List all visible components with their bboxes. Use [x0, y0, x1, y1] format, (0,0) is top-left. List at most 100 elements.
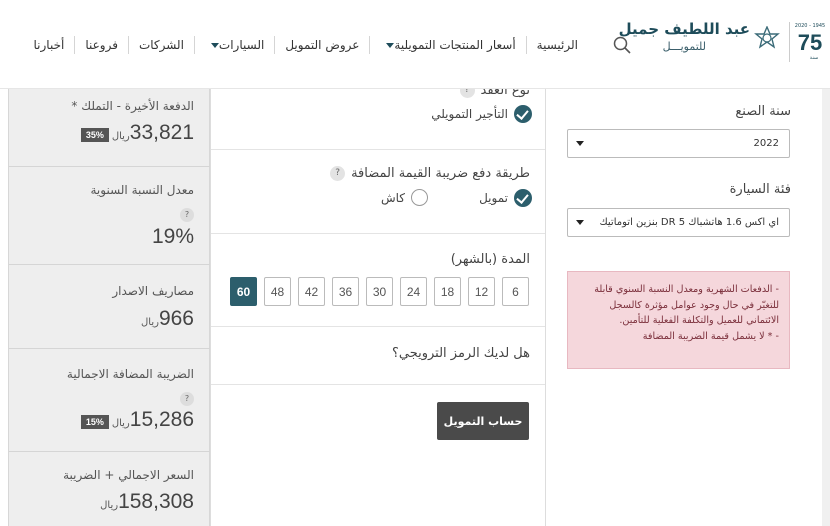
apr-value: 19% — [151, 225, 194, 248]
duration-option[interactable]: 48 — [264, 277, 291, 306]
vat-payment-label: طريقة دفع ضريبة القيمة المضافة — [351, 166, 530, 181]
finance-summary-panel: الدفعة الأخيرة - التملك * 33,821ريال35% … — [8, 89, 211, 526]
help-icon[interactable]: ? — [180, 208, 194, 222]
total-price-label: السعر الاجمالي + الضريبة — [63, 468, 194, 482]
finance-form: نوع العقد? التأجير التمويلي طريقة دفع ضر… — [210, 89, 545, 526]
nav-branches[interactable]: فروعنا — [75, 38, 128, 52]
admin-fees-value: 966 — [158, 307, 194, 330]
contract-type-label: نوع العقد — [480, 89, 530, 98]
final-payment-row: الدفعة الأخيرة - التملك * 33,821ريال35% — [9, 89, 211, 167]
duration-option[interactable]: 6 — [502, 277, 529, 306]
nav-finance-offers[interactable]: عروض التمويل — [275, 38, 369, 52]
total-vat-value: 15,286 — [129, 408, 194, 431]
duration-option[interactable]: 36 — [332, 277, 359, 306]
nav-divider — [127, 36, 129, 54]
help-icon[interactable]: ? — [459, 89, 475, 98]
page-scrollbar[interactable] — [822, 89, 830, 526]
vat-percent-badge: 15% — [80, 414, 109, 429]
nav-cars-label: السيارات — [218, 38, 265, 52]
manufacture-year-label: سنة الصنع — [735, 104, 791, 119]
car-selection-panel: سنة الصنع 2022 فئة السيارة اي اكس 1.6 ها… — [545, 89, 830, 526]
nav-divider — [193, 36, 195, 54]
option-vat-cash-label: كاش — [380, 190, 405, 205]
nav-finance-prices[interactable]: أسعار المنتجات التمويلية — [370, 38, 525, 52]
svg-text:سنة: سنة — [810, 55, 818, 61]
currency-unit: ريال — [141, 317, 159, 328]
chevron-down-icon — [576, 220, 584, 225]
disclaimer-line-1: - الدفعات الشهرية ومعدل النسبة السنوي قا… — [594, 284, 779, 326]
duration-title: المدة (بالشهر) — [450, 252, 530, 267]
chevron-down-icon — [386, 42, 395, 48]
admin-fees-row: مصاريف الاصدار 966ريال — [9, 265, 211, 349]
final-payment-value: 33,821 — [129, 121, 194, 144]
option-finance-lease[interactable]: التأجير التمويلي — [431, 105, 532, 123]
option-finance-lease-label: التأجير التمويلي — [431, 107, 508, 121]
help-icon[interactable]: ? — [180, 392, 194, 406]
nav-cars[interactable]: السيارات — [195, 38, 274, 52]
chevron-down-icon — [210, 42, 219, 48]
brand-name: عبد اللطيف جميل — [618, 20, 750, 38]
currency-unit: ريال — [111, 131, 130, 142]
brand-logo[interactable]: عبد اللطيف جميل للتمويـــل — [618, 20, 750, 53]
nav-news-label: أخبارنا — [33, 38, 65, 52]
manufacture-year-select[interactable]: 2022 — [567, 129, 790, 158]
car-category-select[interactable]: اي اكس 1.6 هاتشباك DR 5 بنزين اتوماتيك — [567, 208, 790, 237]
manufacture-year-value: 2022 — [753, 138, 779, 149]
nav-home-label: الرئيسية — [536, 38, 578, 52]
final-payment-percent-badge: 35% — [80, 127, 109, 142]
admin-fees-label: مصاريف الاصدار — [112, 284, 194, 298]
car-category-value: اي اكس 1.6 هاتشباك DR 5 بنزين اتوماتيك — [599, 217, 779, 228]
option-vat-cash[interactable]: كاش — [381, 189, 428, 206]
vat-payment-section: طريقة دفع ضريبة القيمة المضافة? تمويل كا… — [211, 150, 545, 234]
search-icon[interactable] — [613, 36, 631, 54]
duration-option[interactable]: 12 — [468, 277, 495, 306]
nav-divider — [74, 36, 76, 54]
nav-divider — [369, 36, 371, 54]
nav-news[interactable]: أخبارنا — [24, 38, 75, 52]
nav-finance-prices-label: أسعار المنتجات التمويلية — [394, 38, 516, 52]
nav-companies[interactable]: الشركات — [129, 38, 194, 52]
apr-label: معدل النسبة السنوية — [90, 183, 194, 197]
option-vat-finance[interactable]: تمويل — [479, 189, 532, 207]
nav-divider — [274, 36, 276, 54]
disclaimer-line-2: - * لا يشمل قيمة الضريبة المضافة — [642, 330, 779, 342]
total-vat-row: الضريبة المضافة الاجمالية ? 15,286ريال15… — [9, 349, 211, 452]
duration-option[interactable]: 18 — [434, 277, 461, 306]
nav-home[interactable]: الرئيسية — [527, 38, 588, 52]
promo-question[interactable]: هل لديك الرمز الترويجي؟ — [392, 346, 530, 361]
car-category-label: فئة السيارة — [729, 182, 791, 197]
duration-option[interactable]: 42 — [298, 277, 325, 306]
final-payment-label: الدفعة الأخيرة - التملك * — [71, 99, 194, 113]
apr-row: معدل النسبة السنوية ? 19% — [9, 167, 211, 265]
check-circle-icon — [514, 189, 532, 207]
promo-section: هل لديك الرمز الترويجي؟ — [211, 327, 545, 385]
disclaimer-note: - الدفعات الشهرية ومعدل النسبة السنوي قا… — [567, 271, 790, 369]
total-price-value: 158,308 — [118, 490, 194, 513]
svg-text:75: 75 — [798, 30, 822, 55]
total-vat-label: الضريبة المضافة الاجمالية — [66, 367, 194, 381]
duration-options: 6 12 18 24 30 36 42 48 60 — [230, 277, 529, 306]
nav-branches-label: فروعنا — [85, 38, 118, 52]
duration-option[interactable]: 30 — [366, 277, 393, 306]
check-circle-icon — [514, 105, 532, 123]
nav-companies-label: الشركات — [138, 38, 184, 52]
star-emblem-icon — [754, 26, 780, 49]
contract-type-title: نوع العقد? — [459, 89, 530, 98]
calculate-finance-button[interactable]: حساب التمويل — [437, 402, 529, 440]
radio-empty-icon — [411, 189, 428, 206]
duration-option-selected[interactable]: 60 — [230, 277, 257, 306]
nav-finance-offers-label: عروض التمويل — [285, 38, 360, 52]
currency-unit: ريال — [111, 418, 130, 429]
nav-divider — [525, 36, 527, 54]
site-header: 1945 - 2020 75 سنة عبد اللطيف جميل للتمو… — [0, 0, 830, 89]
anniversary-logo-icon: 1945 - 2020 75 سنة — [795, 23, 825, 61]
chevron-down-icon — [576, 141, 584, 146]
contract-type-section: نوع العقد? التأجير التمويلي — [211, 89, 545, 150]
help-icon[interactable]: ? — [330, 166, 346, 181]
main-nav: الرئيسية أسعار المنتجات التمويلية عروض ا… — [24, 36, 588, 54]
total-price-row: السعر الاجمالي + الضريبة 158,308ريال — [9, 452, 211, 526]
brand-subtitle: للتمويـــل — [662, 40, 707, 53]
vat-payment-title: طريقة دفع ضريبة القيمة المضافة? — [330, 166, 530, 181]
duration-option[interactable]: 24 — [400, 277, 427, 306]
logo-divider — [789, 22, 790, 62]
